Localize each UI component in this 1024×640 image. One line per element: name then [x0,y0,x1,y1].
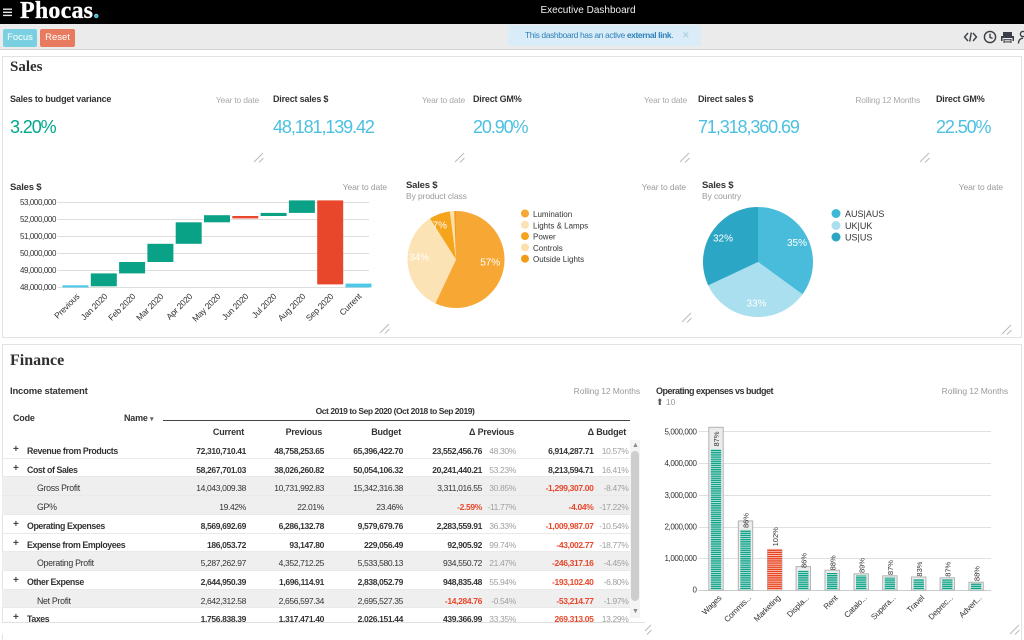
svg-text:50,000,000: 50,000,000 [20,249,57,258]
svg-text:0: 0 [692,586,697,595]
svg-text:88%: 88% [972,566,981,581]
svg-text:US|US: US|US [845,233,872,243]
svg-text:52,000,000: 52,000,000 [20,215,57,224]
svg-text:Outside Lights: Outside Lights [533,255,584,264]
svg-text:57%: 57% [480,258,500,269]
svg-text:Commis...: Commis... [722,594,753,625]
svg-text:AUS|AUS: AUS|AUS [845,209,884,219]
svg-text:32%: 32% [713,234,733,245]
svg-text:88%: 88% [828,555,837,570]
svg-text:Jul 2020: Jul 2020 [250,291,279,320]
svg-text:4,000,000: 4,000,000 [665,459,698,468]
svg-text:83%: 83% [915,561,924,576]
svg-text:Wages: Wages [700,593,723,616]
svg-text:35%: 35% [787,238,807,249]
svg-text:UK|UK: UK|UK [845,221,872,231]
svg-text:Catalo...: Catalo... [842,594,868,620]
svg-text:Feb 2020: Feb 2020 [106,291,138,323]
svg-text:Lumination: Lumination [533,210,572,219]
svg-text:Jun 2020: Jun 2020 [220,291,251,322]
svg-text:Sep 2020: Sep 2020 [304,291,336,323]
svg-text:48,000,000: 48,000,000 [20,283,57,292]
svg-text:Aug 2020: Aug 2020 [276,291,308,323]
svg-text:Displa...: Displa... [785,594,811,620]
svg-text:1,000,000: 1,000,000 [665,554,698,563]
svg-text:49,000,000: 49,000,000 [20,266,57,275]
svg-text:Supera...: Supera... [869,594,897,622]
svg-text:102%: 102% [771,527,780,547]
svg-text:89%: 89% [857,558,866,573]
svg-text:5,000,000: 5,000,000 [665,428,698,437]
svg-text:87%: 87% [944,561,953,576]
svg-text:Previous: Previous [52,291,81,320]
svg-text:87%: 87% [886,560,895,575]
svg-text:2,000,000: 2,000,000 [665,522,698,531]
svg-text:86%: 86% [742,513,751,528]
svg-text:Controls: Controls [533,244,563,253]
svg-text:53,000,000: 53,000,000 [20,198,57,207]
svg-text:34%: 34% [409,253,429,264]
svg-text:Jan 2020: Jan 2020 [79,291,110,322]
svg-text:Lights & Lamps: Lights & Lamps [533,221,588,230]
svg-text:May 2020: May 2020 [190,291,223,324]
svg-text:Marketing: Marketing [752,594,782,624]
svg-text:7%: 7% [433,221,448,232]
svg-text:Rent: Rent [822,593,840,611]
svg-text:86%: 86% [800,553,809,568]
svg-text:Advert...: Advert... [957,594,983,620]
svg-text:Mar 2020: Mar 2020 [134,291,166,323]
svg-text:51,000,000: 51,000,000 [20,232,57,241]
svg-text:Travel: Travel [905,593,926,614]
svg-text:33%: 33% [746,298,766,309]
svg-text:Deprec...: Deprec... [927,594,955,622]
svg-text:3,000,000: 3,000,000 [665,491,698,500]
svg-text:87%: 87% [712,431,721,446]
svg-text:Power: Power [533,233,556,242]
svg-text:Current: Current [337,291,364,318]
